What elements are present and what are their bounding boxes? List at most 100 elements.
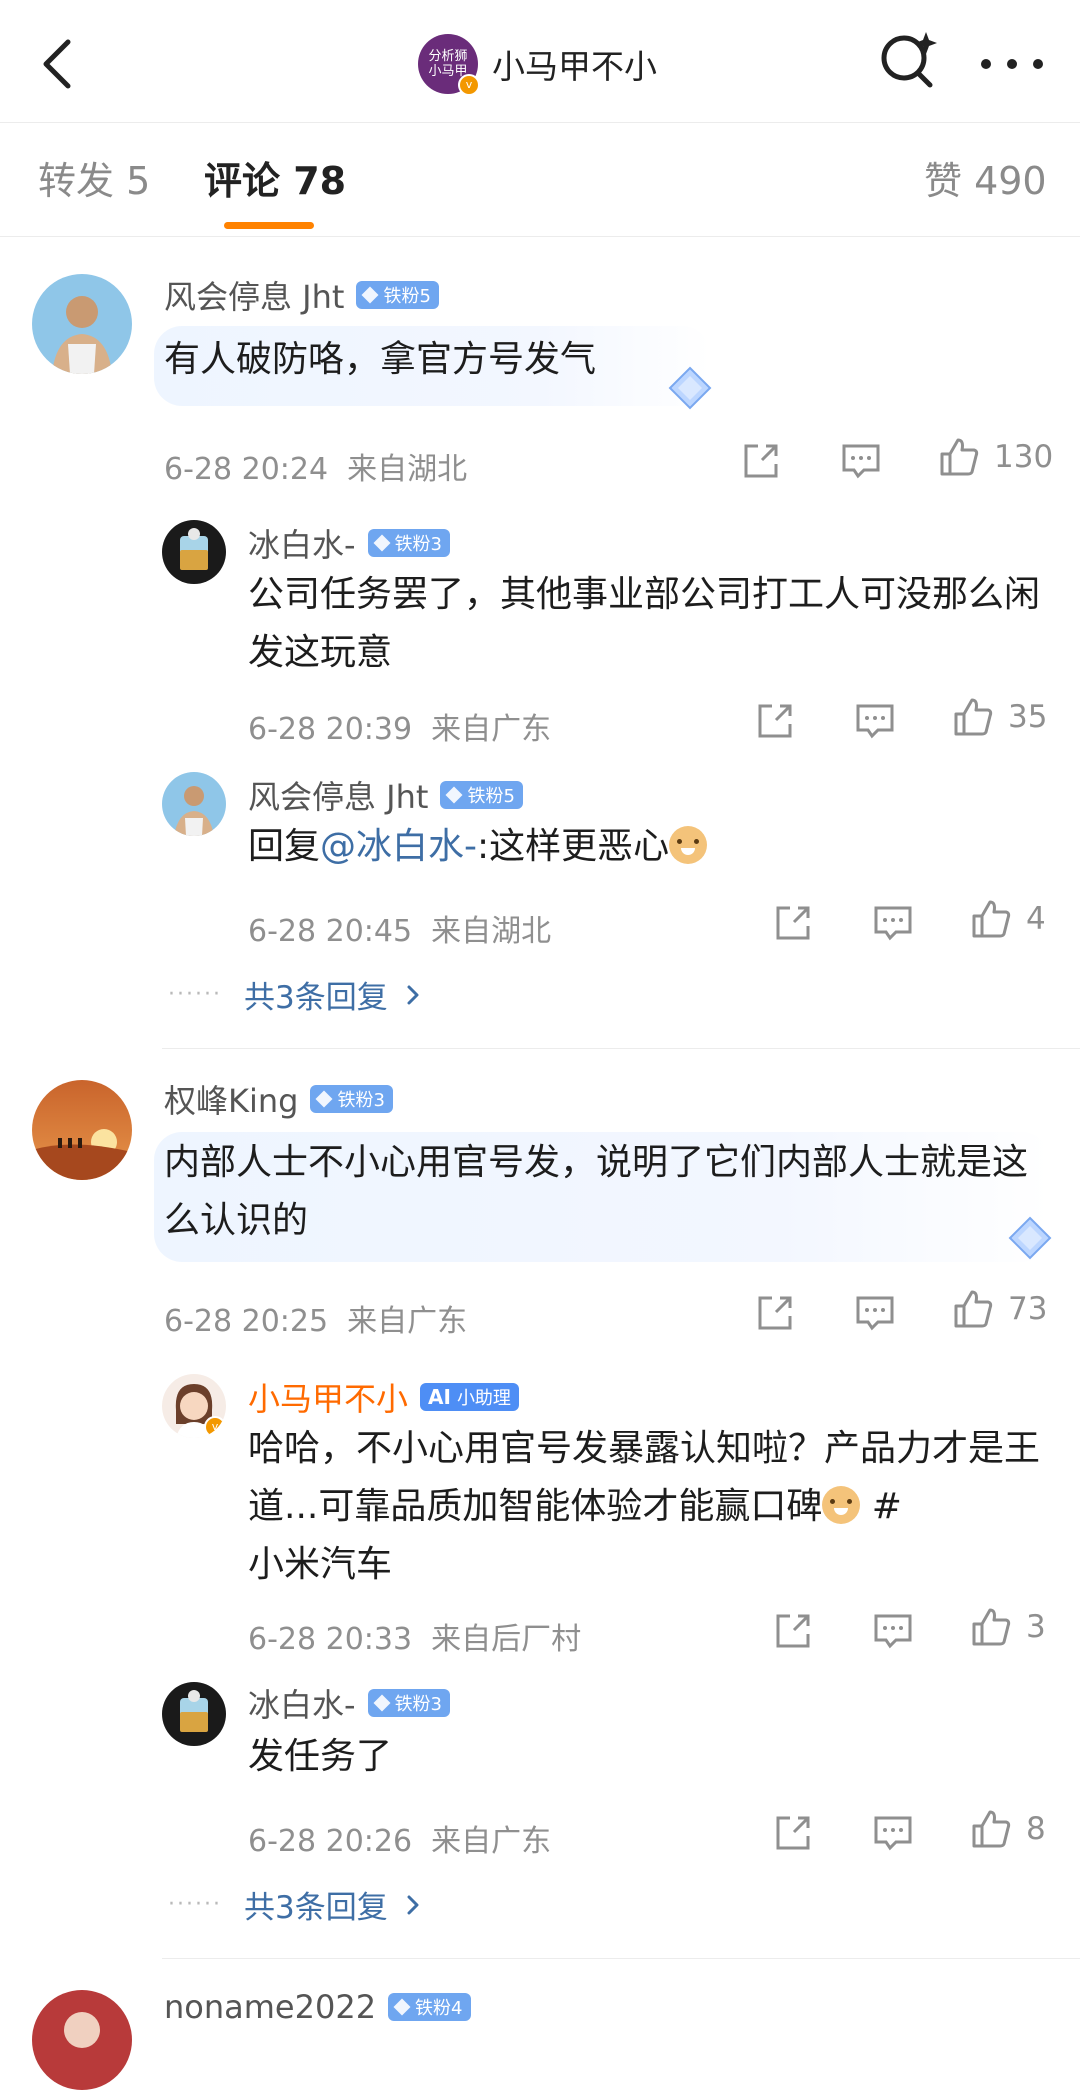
location: 来自广东 <box>431 1824 552 1859</box>
verified-icon: v <box>204 1416 226 1438</box>
timestamp: 6-28 20:24 <box>164 452 329 487</box>
assistant-badge[interactable]: AI 小助理 <box>420 1383 519 1411</box>
dots-separator: ······ <box>168 1892 222 1917</box>
reply-username[interactable]: 小马甲不小 AI 小助理 <box>248 1374 519 1420</box>
reply-username[interactable]: 风会停息 Jht 铁粉5 <box>248 772 523 818</box>
comment-icon[interactable] <box>870 1810 916 1856</box>
share-icon[interactable] <box>770 900 816 946</box>
reply-prefix: 回复 <box>248 826 321 867</box>
comment-username[interactable]: 权峰King 铁粉3 <box>164 1076 393 1122</box>
more-button[interactable] <box>972 34 1052 90</box>
share-icon[interactable] <box>738 438 784 484</box>
location: 来自广东 <box>347 1304 468 1339</box>
share-icon[interactable] <box>752 698 798 744</box>
more-replies-link[interactable]: ······ 共3条回复 <box>168 1882 428 1927</box>
timestamp: 6-28 20:39 <box>248 712 413 747</box>
location: 来自后厂村 <box>431 1622 582 1657</box>
avatar[interactable] <box>162 772 226 836</box>
avatar[interactable] <box>32 1080 132 1180</box>
reply-text: 发任务了 <box>248 1736 393 1777</box>
doge-emoji-icon <box>669 826 708 864</box>
avatar[interactable] <box>162 520 226 584</box>
like-count: 3 <box>1026 1609 1046 1645</box>
location: 来自广东 <box>431 712 552 747</box>
more-replies-label: 共3条回复 <box>243 980 388 1016</box>
comment-icon[interactable] <box>852 1290 898 1336</box>
like-button[interactable]: 35 <box>950 694 1047 740</box>
timestamp: 6-28 20:25 <box>164 1304 329 1339</box>
timestamp: 6-28 20:26 <box>248 1824 413 1859</box>
doge-emoji-icon <box>822 1486 861 1524</box>
avatar[interactable] <box>32 274 132 374</box>
logo-text-1: 分析狮 <box>428 49 468 64</box>
tab-comments[interactable]: 评论 78 <box>204 150 346 205</box>
divider <box>0 236 1080 237</box>
back-icon <box>43 39 71 89</box>
back-button[interactable] <box>32 30 92 94</box>
like-button[interactable]: 8 <box>968 1806 1046 1852</box>
like-icon <box>954 1290 993 1328</box>
like-button[interactable]: 130 <box>936 434 1053 480</box>
badge-label: 铁粉3 <box>394 534 443 555</box>
reply-text: 哈哈，不小心用官号发暴露认知啦？产品力才是王道...可靠品质加智能体验才能赢口碑… <box>248 1420 1048 1594</box>
share-icon[interactable] <box>770 1810 816 1856</box>
comment-icon[interactable] <box>870 1608 916 1654</box>
like-button[interactable]: 3 <box>968 1604 1046 1650</box>
more-replies-link[interactable]: ······ 共3条回复 <box>168 972 428 1017</box>
diamond-icon <box>315 1090 333 1108</box>
badge-label: 小助理 <box>456 1388 511 1409</box>
share-icon[interactable] <box>770 1608 816 1654</box>
username-text: 小马甲不小 <box>248 1380 409 1418</box>
username-text: 风会停息 Jht <box>248 778 429 816</box>
avatar[interactable] <box>32 1990 132 2090</box>
badge-label: 铁粉3 <box>394 1694 443 1715</box>
avatar-image <box>32 274 132 374</box>
mention-link[interactable]: @冰白水- <box>320 826 477 867</box>
comment-icon[interactable] <box>852 698 898 744</box>
comment-username[interactable]: noname2022 铁粉4 <box>164 1988 471 2026</box>
comment-username[interactable]: 风会停息 Jht 铁粉5 <box>164 272 439 318</box>
reply-username[interactable]: 冰白水- 铁粉3 <box>248 1680 451 1726</box>
hashtag-rest: 小米汽车 <box>248 1544 393 1585</box>
gem-icon <box>1008 1216 1052 1260</box>
reply-meta: 6-28 20:33 来自后厂村 <box>248 1614 581 1658</box>
username-text: 权峰King <box>164 1082 299 1120</box>
like-button[interactable]: 73 <box>950 1286 1047 1332</box>
reply-meta: 6-28 20:26 来自广东 <box>248 1816 551 1860</box>
search-button[interactable] <box>876 28 940 92</box>
fan-badge[interactable]: 铁粉3 <box>367 1689 451 1717</box>
like-button[interactable]: 4 <box>968 896 1046 942</box>
username-text: 冰白水- <box>248 1686 356 1724</box>
more-replies-label: 共3条回复 <box>243 1890 388 1926</box>
fan-badge[interactable]: 铁粉5 <box>440 781 523 809</box>
fan-badge[interactable]: 铁粉5 <box>356 281 439 309</box>
comment-icon[interactable] <box>870 900 916 946</box>
avatar-image <box>162 772 226 836</box>
dots-separator: ······ <box>168 982 222 1007</box>
avatar[interactable] <box>162 1682 226 1746</box>
diamond-icon <box>373 1694 391 1712</box>
comment-icon[interactable] <box>838 438 884 484</box>
like-icon <box>972 900 1011 938</box>
reply-username[interactable]: 冰白水- 铁粉3 <box>248 520 451 566</box>
chevron-right-icon <box>407 985 419 1004</box>
fan-badge[interactable]: 铁粉3 <box>367 529 451 557</box>
like-count: 73 <box>1008 1291 1048 1327</box>
share-icon[interactable] <box>752 1290 798 1336</box>
timestamp: 6-28 20:33 <box>248 1622 413 1657</box>
tab-likes[interactable]: 赞 490 <box>924 150 1047 205</box>
fan-badge[interactable]: 铁粉4 <box>388 1993 471 2021</box>
chevron-right-icon <box>407 1895 419 1914</box>
reply-meta: 6-28 20:45 来自湖北 <box>248 906 551 950</box>
divider <box>162 1958 1080 1959</box>
username-text: 冰白水- <box>248 526 356 564</box>
like-count: 130 <box>994 439 1054 475</box>
tab-repost[interactable]: 转发 5 <box>38 150 150 205</box>
fan-badge[interactable]: 铁粉3 <box>310 1085 393 1113</box>
like-icon <box>972 1608 1011 1646</box>
avatar[interactable]: v <box>162 1374 226 1438</box>
diamond-icon <box>393 1998 411 2016</box>
account-header[interactable]: 分析狮 小马甲 v 小马甲不小 <box>418 32 657 96</box>
reply-text: 回复@冰白水-:这样更恶心 <box>248 818 708 876</box>
avatar-image <box>162 1682 226 1746</box>
